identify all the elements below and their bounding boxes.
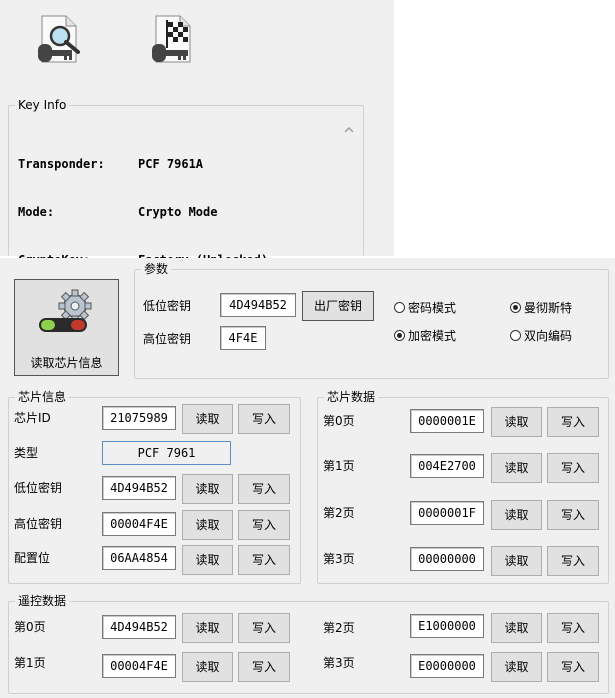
key-info-panel: Key Info Transponder: PCF 7961A Mode: Cryp… xyxy=(0,0,394,267)
chip-page-0-label: 第0页 xyxy=(323,414,355,428)
high-key-label: 高位密钥 xyxy=(14,517,63,531)
config-read-button[interactable]: 读取 xyxy=(182,545,233,575)
remote-page-1-label: 第1页 xyxy=(14,656,46,670)
radio-dot xyxy=(394,302,405,313)
low-key-label: 低位密钥 xyxy=(14,481,63,495)
radio-label: 双向编码 xyxy=(524,329,573,343)
remote-data-title: 遥控数据 xyxy=(15,593,70,609)
radio-crypto-mode[interactable]: 加密模式 xyxy=(394,327,456,344)
gear-icon xyxy=(35,288,99,338)
remote-page-0-field[interactable]: 4D494B52 xyxy=(102,615,176,639)
param-low-key-field[interactable]: 4D494B52 xyxy=(220,293,296,317)
radio-biphase[interactable]: 双向编码 xyxy=(510,327,572,344)
remote-page-3-label: 第3页 xyxy=(323,656,355,670)
radio-label: 密码模式 xyxy=(408,301,457,315)
factory-key-button[interactable]: 出厂密钥 xyxy=(302,291,374,321)
config-label: 配置位 xyxy=(14,551,51,565)
high-key-field[interactable]: 00004F4E xyxy=(102,512,176,536)
chip-id-label: 芯片ID xyxy=(14,411,51,425)
remote-page-3-write-button[interactable]: 写入 xyxy=(547,652,599,682)
chip-page-3-label: 第3页 xyxy=(323,552,355,566)
remote-page-0-read-button[interactable]: 读取 xyxy=(182,613,233,643)
chip-info-title: 芯片信息 xyxy=(15,389,70,405)
key-info-label: Transponder: xyxy=(18,157,105,171)
chip-page-1-label: 第1页 xyxy=(323,459,355,473)
remote-page-2-write-button[interactable]: 写入 xyxy=(547,613,599,643)
param-high-key-field[interactable]: 4F4E xyxy=(220,326,266,350)
scroll-up-icon[interactable] xyxy=(343,124,355,136)
chip-page-1-write-button[interactable]: 写入 xyxy=(547,453,599,483)
type-label: 类型 xyxy=(14,446,39,460)
key-info-value: Crypto Mode xyxy=(138,205,218,219)
chip-id-write-button[interactable]: 写入 xyxy=(238,404,290,434)
key-info-label: Mode: xyxy=(18,205,55,219)
remote-page-3-field[interactable]: E0000000 xyxy=(410,654,484,678)
remote-page-1-read-button[interactable]: 读取 xyxy=(182,652,233,682)
params-title: 参数 xyxy=(141,261,172,277)
key-flag-icon[interactable] xyxy=(150,14,200,64)
chip-page-3-field[interactable]: 00000000 xyxy=(410,547,484,571)
remote-page-3-read-button[interactable]: 读取 xyxy=(491,652,542,682)
chip-page-1-field[interactable]: 004E2700 xyxy=(410,454,484,478)
low-key-write-button[interactable]: 写入 xyxy=(238,474,290,504)
chip-data-title: 芯片数据 xyxy=(324,389,379,405)
param-high-key-label: 高位密钥 xyxy=(143,332,192,346)
read-chip-button[interactable]: 读取芯片信息 xyxy=(14,279,119,376)
remote-page-1-field[interactable]: 00004F4E xyxy=(102,654,176,678)
radio-dot xyxy=(510,302,521,313)
chip-page-0-write-button[interactable]: 写入 xyxy=(547,407,599,437)
key-info-value: PCF 7961A xyxy=(138,157,204,171)
chip-page-3-write-button[interactable]: 写入 xyxy=(547,546,599,576)
chip-page-3-read-button[interactable]: 读取 xyxy=(491,546,542,576)
low-key-field[interactable]: 4D494B52 xyxy=(102,476,176,500)
chip-page-2-field[interactable]: 0000001F xyxy=(410,501,484,525)
main-panel: 读取芯片信息 参数 低位密钥 4D494B52 出厂密钥 高位密钥 4F4E 密… xyxy=(0,258,615,698)
radio-label: 曼彻斯特 xyxy=(524,301,573,315)
config-field[interactable]: 06AA4854 xyxy=(102,546,176,570)
chip-page-2-read-button[interactable]: 读取 xyxy=(491,500,542,530)
params-group: 参数 xyxy=(134,261,609,379)
param-low-key-label: 低位密钥 xyxy=(143,299,192,313)
radio-label: 加密模式 xyxy=(408,329,457,343)
chip-id-field[interactable]: 21075989 xyxy=(102,406,176,430)
read-chip-label: 读取芯片信息 xyxy=(30,356,103,370)
high-key-read-button[interactable]: 读取 xyxy=(182,510,233,540)
remote-page-2-read-button[interactable]: 读取 xyxy=(491,613,542,643)
remote-page-0-label: 第0页 xyxy=(14,620,46,634)
low-key-read-button[interactable]: 读取 xyxy=(182,474,233,504)
remote-page-0-write-button[interactable]: 写入 xyxy=(238,613,290,643)
chip-page-2-write-button[interactable]: 写入 xyxy=(547,500,599,530)
radio-dot xyxy=(510,330,521,341)
chip-id-read-button[interactable]: 读取 xyxy=(182,404,233,434)
config-write-button[interactable]: 写入 xyxy=(238,545,290,575)
radio-dot xyxy=(394,330,405,341)
key-info-title: Key Info xyxy=(15,97,70,113)
remote-page-2-field[interactable]: E1000000 xyxy=(410,614,484,638)
radio-manchester[interactable]: 曼彻斯特 xyxy=(510,299,572,316)
chip-page-0-field[interactable]: 0000001E xyxy=(410,409,484,433)
chip-page-2-label: 第2页 xyxy=(323,506,355,520)
radio-password-mode[interactable]: 密码模式 xyxy=(394,299,456,316)
chip-page-0-read-button[interactable]: 读取 xyxy=(491,407,542,437)
high-key-write-button[interactable]: 写入 xyxy=(238,510,290,540)
key-search-icon[interactable] xyxy=(36,14,84,64)
remote-page-2-label: 第2页 xyxy=(323,621,355,635)
remote-page-1-write-button[interactable]: 写入 xyxy=(238,652,290,682)
chip-page-1-read-button[interactable]: 读取 xyxy=(491,453,542,483)
type-field[interactable]: PCF 7961 xyxy=(102,441,231,465)
